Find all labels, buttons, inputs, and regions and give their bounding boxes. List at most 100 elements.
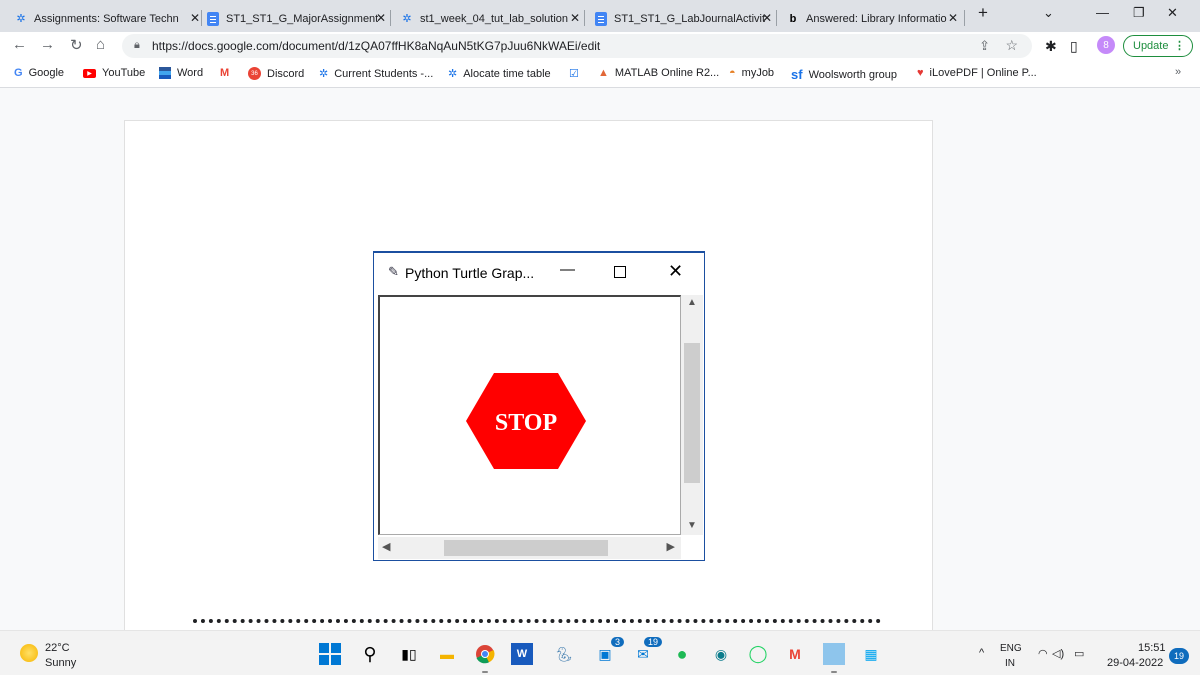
scroll-up-icon: ▲	[687, 297, 697, 308]
menu-dots-icon[interactable]: ⋮	[1174, 39, 1185, 52]
matlab-icon: ▲	[598, 67, 609, 79]
python-icon[interactable]: 🐍︎	[553, 643, 575, 665]
task-view-icon[interactable]: ▮▯	[398, 643, 420, 665]
stop-text: STOP	[495, 410, 557, 436]
restore-icon[interactable]: ❐	[1133, 5, 1145, 21]
lock-icon: 🔒︎	[134, 39, 140, 51]
start-button[interactable]	[319, 643, 341, 665]
notification-badge[interactable]: 19	[1169, 648, 1189, 664]
files-app-icon[interactable]: ▣ 3	[594, 637, 624, 665]
forward-icon[interactable]: →	[40, 36, 55, 53]
mail-icon[interactable]: ✉ 19	[632, 637, 662, 665]
dotted-divider	[193, 619, 881, 623]
back-icon[interactable]: ←	[12, 36, 27, 53]
bookmark-ilovepdf[interactable]: ♥ iLovePDF | Online P...	[917, 67, 1037, 79]
chrome-icon[interactable]	[474, 643, 496, 673]
tab-week04-solution[interactable]: ✲ st1_week_04_tut_lab_solution ✕	[400, 5, 584, 32]
tab-label: Answered: Library Informatio	[806, 12, 947, 25]
weather-temperature[interactable]: 22°C	[45, 642, 70, 654]
google-icon: G	[14, 67, 23, 79]
url-text[interactable]: https://docs.google.com/document/d/1zQA0…	[152, 39, 600, 53]
bookmark-myjob[interactable]: ◓ myJob	[729, 67, 774, 79]
battery-icon[interactable]: ▭	[1074, 647, 1084, 660]
bookmark-alocate[interactable]: ✲ Alocate time table	[448, 67, 551, 81]
weather-condition[interactable]: Sunny	[45, 657, 76, 669]
bookmark-label: Word	[177, 67, 204, 79]
file-explorer-icon[interactable]: ▬	[436, 643, 458, 665]
bookmark-label: YouTube	[102, 67, 146, 79]
avatar[interactable]: 8	[1097, 36, 1115, 54]
browser-tab-strip: ✲ Assignments: Software Techn ✕ ST1_ST1_…	[0, 0, 1200, 32]
bookmark-matlab[interactable]: ▲ MATLAB Online R2...	[598, 67, 719, 79]
tab-lab-journal[interactable]: ST1_ST1_G_LabJournalActivit ✕	[594, 5, 776, 32]
reload-icon[interactable]: ↻	[70, 36, 83, 54]
tab-label: Assignments: Software Techn	[34, 12, 179, 25]
vertical-scrollbar: ▲ ▼	[681, 295, 703, 535]
feather-icon: ✎	[388, 264, 399, 279]
bookmark-word[interactable]: Word	[159, 67, 203, 79]
discord-icon: 36	[248, 67, 261, 80]
scroll-left-icon: ◀	[382, 541, 391, 553]
extensions-icon[interactable]: ✱	[1045, 38, 1057, 55]
share-icon[interactable]: ⇪	[979, 38, 990, 54]
close-icon[interactable]: ✕	[570, 11, 580, 25]
word-app-icon[interactable]: W	[511, 643, 533, 665]
bookmarks-more-icon[interactable]: »	[1175, 66, 1181, 78]
docs-menu-bar-clipped	[0, 88, 1200, 96]
bookmark-discord[interactable]: 36 Discord	[248, 67, 304, 80]
edge-icon[interactable]: ◉	[710, 643, 732, 665]
home-icon[interactable]: ⌂	[96, 36, 105, 53]
maximize-icon	[614, 266, 626, 278]
bookmark-woolsworth[interactable]: sf Woolsworth group	[791, 67, 897, 82]
bookmark-gmail[interactable]: M	[220, 67, 235, 79]
docs-icon	[594, 11, 608, 26]
language-top[interactable]: ENG	[1000, 643, 1022, 654]
close-icon[interactable]: ✕	[948, 11, 958, 25]
tab-label: ST1_ST1_G_MajorAssignment	[226, 12, 379, 25]
sun-icon[interactable]	[20, 644, 38, 662]
close-icon[interactable]: ✕	[762, 11, 772, 25]
bookmark-current-students[interactable]: ✲ Current Students -...	[319, 67, 434, 81]
store-icon[interactable]: ▦	[860, 643, 882, 665]
windows-taskbar: 22°C Sunny ⚲ ▮▯ ▬ W 🐍︎ ▣ 3 ✉ 19 ● ◉ ◯ M ▦ …	[0, 630, 1200, 675]
whatsapp-icon[interactable]: ◯	[747, 643, 769, 665]
language-bottom[interactable]: IN	[1005, 658, 1015, 669]
bookmark-youtube[interactable]: ▶ YouTube	[83, 67, 145, 79]
close-icon[interactable]: ✕	[376, 11, 386, 25]
address-bar[interactable]: 🔒︎ https://docs.google.com/document/d/1z…	[122, 34, 1032, 58]
tab-assignments[interactable]: ✲ Assignments: Software Techn ✕	[14, 5, 204, 32]
chrome-logo-icon	[476, 645, 495, 664]
scroll-right-icon: ▶	[666, 541, 675, 553]
volume-icon[interactable]: ◁)	[1052, 647, 1064, 660]
bookmark-edit[interactable]: ☑	[569, 67, 585, 80]
windows-logo-icon	[319, 643, 341, 665]
bookmark-label: MATLAB Online R2...	[614, 67, 720, 79]
bookmark-google[interactable]: G Google	[14, 67, 64, 79]
clock-time[interactable]: 15:51	[1138, 642, 1166, 654]
gmail-icon: M	[220, 67, 230, 79]
sidebar-icon[interactable]: ▯	[1070, 38, 1078, 55]
tab-search-icon[interactable]: ⌄	[1043, 5, 1054, 21]
minimize-icon[interactable]: —	[1096, 5, 1109, 20]
turtle-graphics-window: ✎ Python Turtle Grap... — ✕ STOP ▲ ▼ ◀ ▶	[373, 251, 705, 561]
gear-icon: ✲	[319, 68, 329, 80]
bookmark-label: Current Students -...	[334, 67, 434, 80]
bartleby-icon: b	[789, 12, 797, 25]
tray-overflow-icon[interactable]: ^	[979, 647, 984, 659]
spotify-icon[interactable]: ●	[671, 643, 693, 665]
gmail-app-icon[interactable]: M	[784, 643, 806, 665]
tab-answered-library[interactable]: b Answered: Library Informatio ✕	[786, 5, 962, 32]
badge-count: 3	[610, 637, 624, 647]
search-icon[interactable]: ⚲	[359, 643, 381, 665]
tab-major-assignment[interactable]: ST1_ST1_G_MajorAssignment ✕	[206, 5, 390, 32]
bookmark-star-icon[interactable]: ☆	[1005, 37, 1018, 54]
scroll-down-icon: ▼	[687, 520, 697, 531]
wifi-icon[interactable]: ◠	[1038, 647, 1048, 660]
edit-box-icon: ☑	[569, 68, 579, 80]
clock-date[interactable]: 29-04-2022	[1107, 657, 1163, 669]
photos-icon[interactable]	[823, 643, 845, 673]
update-button[interactable]: Update ⋮	[1123, 35, 1193, 57]
close-icon[interactable]: ✕	[190, 11, 200, 25]
new-tab-button[interactable]: +	[978, 3, 988, 23]
close-window-icon[interactable]: ✕	[1167, 5, 1178, 21]
